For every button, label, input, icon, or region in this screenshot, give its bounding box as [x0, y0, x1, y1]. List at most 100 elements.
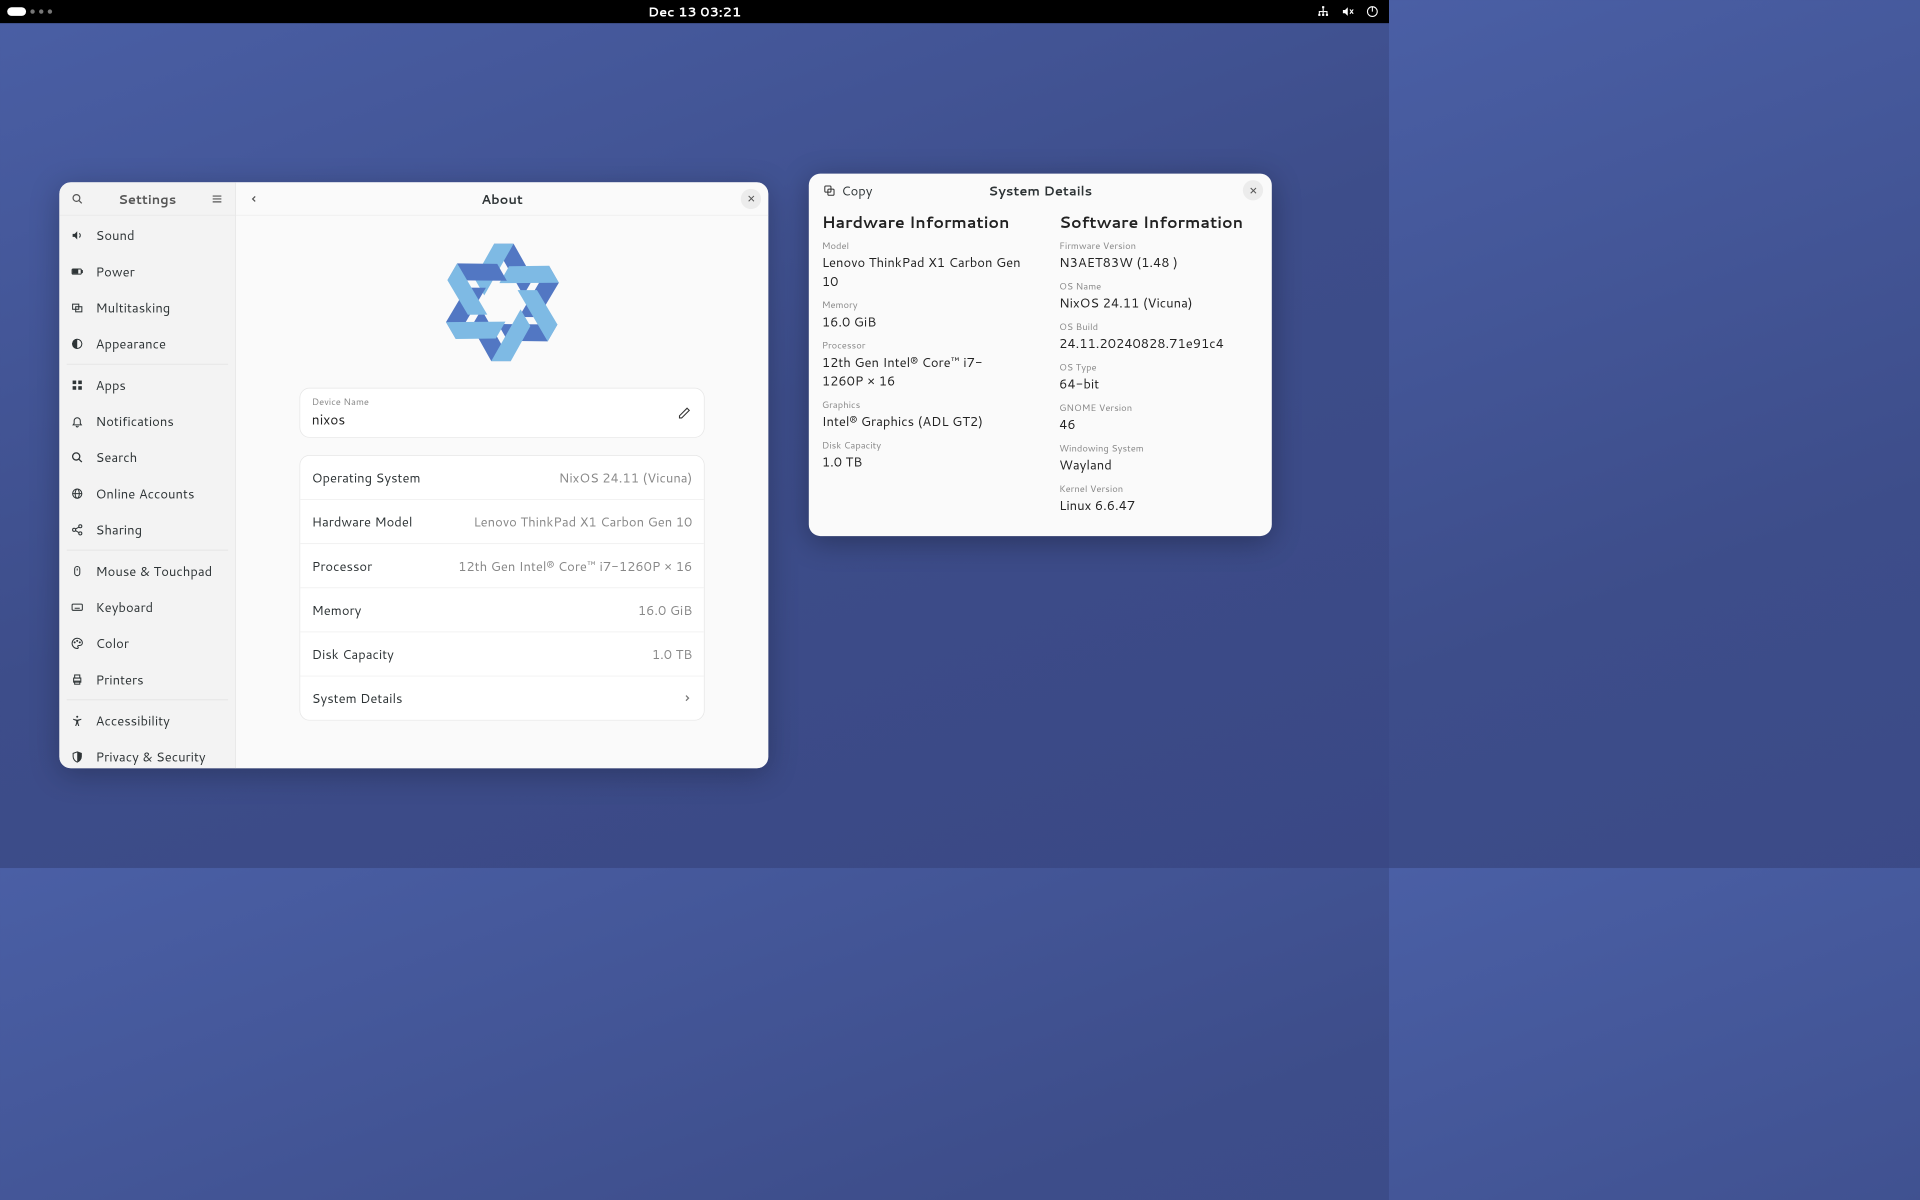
- copy-button[interactable]: Copy: [817, 178, 878, 203]
- device-name-label: Device Name: [312, 396, 693, 409]
- sidebar-item-icon: [71, 601, 85, 613]
- sidebar-item-notifications[interactable]: Notifications: [64, 403, 231, 439]
- sidebar-item-multitasking[interactable]: Multitasking: [64, 289, 231, 325]
- device-name-card[interactable]: Device Name nixos: [300, 388, 705, 438]
- page-title: About: [236, 189, 768, 208]
- info-label: Operating System: [312, 468, 421, 487]
- sidebar-item-power[interactable]: Power: [64, 253, 231, 289]
- sidebar-item-mouse-touchpad[interactable]: Mouse & Touchpad: [64, 553, 231, 589]
- system-info-card: Operating System NixOS 24.11 (Vicuna) Hard…: [300, 455, 705, 721]
- detail-value: Intel® Graphics (ADL GT2): [822, 412, 1022, 431]
- sidebar-header: Settings: [59, 182, 235, 215]
- settings-window: Settings SoundPower Multitasking Appearanc…: [59, 182, 768, 768]
- info-row: Hardware ModelLenovo ThinkPad X1 Carbon …: [300, 499, 704, 543]
- info-label: Disk Capacity: [312, 645, 394, 664]
- info-value: 1.0 TB: [652, 645, 692, 664]
- sidebar-separator: [67, 700, 228, 701]
- workspace-dot-icon: [48, 9, 52, 13]
- sidebar-item-appearance[interactable]: Appearance: [64, 326, 231, 362]
- content-header: About: [236, 182, 768, 215]
- edit-icon: [678, 406, 691, 419]
- detail-item: Firmware VersionN3AET83W (1.48 ): [1059, 239, 1259, 271]
- info-row: Disk Capacity 1.0 TB: [300, 632, 704, 676]
- sidebar-separator: [67, 550, 228, 551]
- workspace-dot-icon: [30, 9, 34, 13]
- sidebar-title: Settings: [88, 189, 206, 208]
- detail-item: ModelLenovo ThinkPad X1 Carbon Gen 10: [822, 239, 1022, 290]
- workspace-dot-icon: [39, 9, 43, 13]
- search-icon: [72, 193, 84, 205]
- sidebar-item-icon: [71, 714, 85, 726]
- details-header: Copy System Details: [809, 174, 1272, 207]
- volume-muted-icon: [1341, 5, 1354, 18]
- sidebar-list: SoundPower Multitasking Appearance Apps Noti…: [59, 216, 235, 769]
- detail-item: Memory16.0 GiB: [822, 299, 1022, 331]
- sidebar-item-icon: [71, 637, 85, 649]
- info-label: Processor: [312, 556, 372, 575]
- detail-value: NixOS 24.11 (Vicuna): [1059, 293, 1259, 312]
- sidebar-item-keyboard[interactable]: Keyboard: [64, 589, 231, 625]
- detail-label: OS Name: [1059, 280, 1259, 293]
- detail-label: OS Type: [1059, 361, 1259, 374]
- info-row: Memory16.0 GiB: [300, 587, 704, 631]
- info-value: NixOS 24.11 (Vicuna): [559, 468, 693, 487]
- copy-icon: [823, 184, 835, 196]
- search-button[interactable]: [67, 188, 89, 210]
- detail-value: 64-bit: [1059, 374, 1259, 393]
- close-icon: [747, 195, 755, 203]
- device-name-value: nixos: [312, 410, 693, 430]
- details-close-button[interactable]: [1243, 180, 1263, 200]
- details-body: Hardware Information ModelLenovo ThinkPa…: [809, 207, 1272, 536]
- sidebar-item-label: Accessibility: [95, 711, 169, 730]
- sidebar-item-label: Apps: [95, 375, 125, 394]
- sidebar-item-icon: [71, 415, 85, 427]
- detail-label: Kernel Version: [1059, 483, 1259, 496]
- sidebar-item-accessibility[interactable]: Accessibility: [64, 702, 231, 738]
- sidebar-item-privacy-security[interactable]: Privacy & Security: [64, 739, 231, 769]
- back-button[interactable]: [243, 188, 265, 210]
- info-value: 12th Gen Intel® Core™ i7-1260P × 16: [458, 556, 692, 575]
- info-row: Operating System NixOS 24.11 (Vicuna): [300, 456, 704, 499]
- sidebar-item-label: Keyboard: [95, 598, 152, 617]
- sidebar-item-label: Online Accounts: [95, 484, 194, 503]
- settings-content: About: [236, 182, 768, 768]
- sidebar-item-label: Mouse & Touchpad: [95, 561, 212, 580]
- sidebar-item-label: Multitasking: [95, 298, 170, 317]
- sidebar-item-apps[interactable]: Apps: [64, 367, 231, 403]
- clock[interactable]: Dec 13 03:21: [648, 2, 741, 21]
- chevron-right-icon: [682, 693, 692, 703]
- sidebar-item-icon: [71, 301, 85, 313]
- sidebar-item-printers[interactable]: Printers: [64, 661, 231, 697]
- detail-label: Memory: [822, 299, 1022, 312]
- detail-value: 12th Gen Intel® Core™ i7-1260P × 16: [822, 352, 1022, 390]
- sidebar-item-label: Sharing: [95, 520, 141, 539]
- sidebar-separator: [67, 364, 228, 365]
- nixos-logo-icon: [432, 237, 573, 367]
- sidebar-item-sound[interactable]: Sound: [64, 217, 231, 253]
- detail-value: 46: [1059, 415, 1259, 434]
- info-label: System Details: [312, 689, 403, 708]
- detail-label: Windowing System: [1059, 442, 1259, 455]
- sidebar-item-icon: [71, 265, 85, 277]
- detail-item: OS NameNixOS 24.11 (Vicuna): [1059, 280, 1259, 312]
- system-status-area[interactable]: [1317, 5, 1379, 18]
- sidebar-item-sharing[interactable]: Sharing: [64, 511, 231, 547]
- sidebar-item-online-accounts[interactable]: Online Accounts: [64, 475, 231, 511]
- sidebar-item-icon: [71, 229, 85, 241]
- menu-button[interactable]: [206, 188, 228, 210]
- detail-item: GraphicsIntel® Graphics (ADL GT2): [822, 399, 1022, 431]
- detail-item: Disk Capacity1.0 TB: [822, 439, 1022, 471]
- close-button[interactable]: [741, 188, 761, 208]
- detail-value: 16.0 GiB: [822, 312, 1022, 331]
- system-details-button[interactable]: System Details: [300, 676, 704, 720]
- activities-indicator[interactable]: [7, 7, 52, 16]
- detail-label: GNOME Version: [1059, 402, 1259, 415]
- sidebar-item-color[interactable]: Color: [64, 625, 231, 661]
- sidebar-item-search[interactable]: Search: [64, 439, 231, 475]
- sidebar-item-icon: [71, 487, 85, 499]
- software-column: Software Information Firmware VersionN3A…: [1059, 207, 1259, 523]
- hardware-column: Hardware Information ModelLenovo ThinkPa…: [822, 207, 1022, 523]
- detail-label: OS Build: [1059, 320, 1259, 333]
- detail-item: OS Build24.11.20240828.71e91c4: [1059, 320, 1259, 352]
- settings-sidebar: Settings SoundPower Multitasking Appearanc…: [59, 182, 236, 768]
